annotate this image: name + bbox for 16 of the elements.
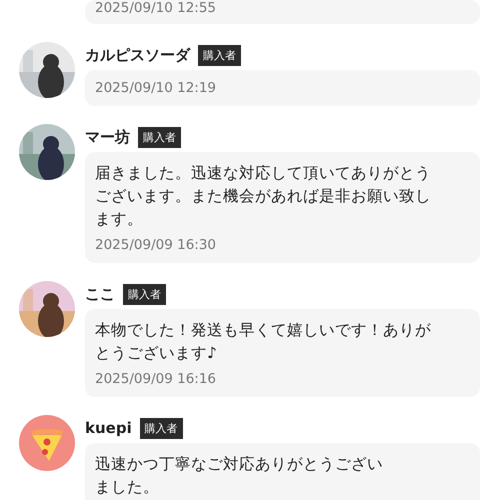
comment-date: 2025/09/09 16:30 — [95, 237, 218, 253]
user-name: マー坊 — [85, 128, 130, 146]
comment-text: 迅速かつ丁寧なご対応ありがとうござい ました。 — [95, 454, 384, 498]
buyer-badge: 購入者 — [198, 44, 241, 66]
comment-text: 届きました。迅速な対応して頂いてありがとう ございます。また機会があれば是非お願い致し ます。 — [95, 163, 432, 230]
user-name: kuepi — [85, 419, 132, 437]
buyer-badge: 購入者 — [140, 418, 183, 438]
comment-date: 2025/09/09 16:16 — [95, 371, 218, 387]
comment-date: 2025/09/10 12:19 — [95, 80, 218, 96]
user-name: カルピスソーダ — [85, 46, 190, 64]
comment-date: 2025/09/10 12:55 — [95, 0, 218, 16]
pizza-icon — [19, 415, 75, 471]
user-name: ここ — [85, 284, 115, 304]
buyer-badge: 購入者 — [138, 126, 181, 148]
buyer-badge: 購入者 — [123, 284, 166, 304]
comment-text: 本物でした！発送も早くて嬉しいです！ありが とうございます♪ — [95, 320, 432, 364]
